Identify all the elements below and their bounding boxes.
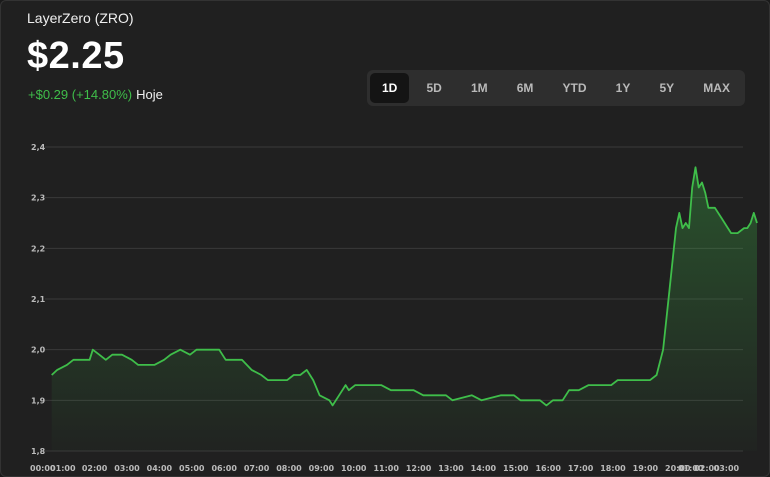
x-tick-label: 01:00 xyxy=(50,464,76,473)
x-tick-label: 03:00 xyxy=(114,464,140,473)
x-tick-label: 14:00 xyxy=(471,464,497,473)
price-area-fill xyxy=(51,167,757,452)
y-tick-label: 2,0 xyxy=(31,346,46,355)
x-tick-label: 09:00 xyxy=(309,464,335,473)
x-tick-label: 10:00 xyxy=(341,464,367,473)
x-tick-label: 15:00 xyxy=(503,464,529,473)
x-tick-label: 13:00 xyxy=(438,464,464,473)
y-tick-label: 1,8 xyxy=(31,447,46,456)
x-tick-label: 07:00 xyxy=(244,464,270,473)
stock-chart-card: LayerZero (ZRO) $2.25 +$0.29 (+14.80%) Ho… xyxy=(0,0,770,477)
y-tick-label: 2,3 xyxy=(31,194,45,203)
y-tick-label: 1,9 xyxy=(31,396,46,405)
x-tick-label: 16:00 xyxy=(535,464,561,473)
x-tick-label: 06:00 xyxy=(211,464,237,473)
x-tick-label: 08:00 xyxy=(276,464,302,473)
price-chart[interactable]: 2,42,32,22,12,01,91,800:0001:00 02:00 03:0… xyxy=(1,1,769,476)
x-tick-label: 03:00 xyxy=(714,464,740,473)
x-tick-label: 04:00 xyxy=(147,464,173,473)
y-tick-label: 2,2 xyxy=(31,244,45,253)
x-tick-label: 12:00 xyxy=(406,464,432,473)
y-tick-label: 2,1 xyxy=(31,295,46,304)
x-tick-label: 19:00 xyxy=(633,464,659,473)
x-tick-label: 18:00 xyxy=(600,464,626,473)
x-tick-label: 11:00 xyxy=(373,464,399,473)
x-tick-label: 02:00 xyxy=(82,464,108,473)
x-tick-label: 05:00 xyxy=(179,464,205,473)
x-tick-label: 17:00 xyxy=(568,464,594,473)
y-tick-label: 2,4 xyxy=(31,143,46,152)
